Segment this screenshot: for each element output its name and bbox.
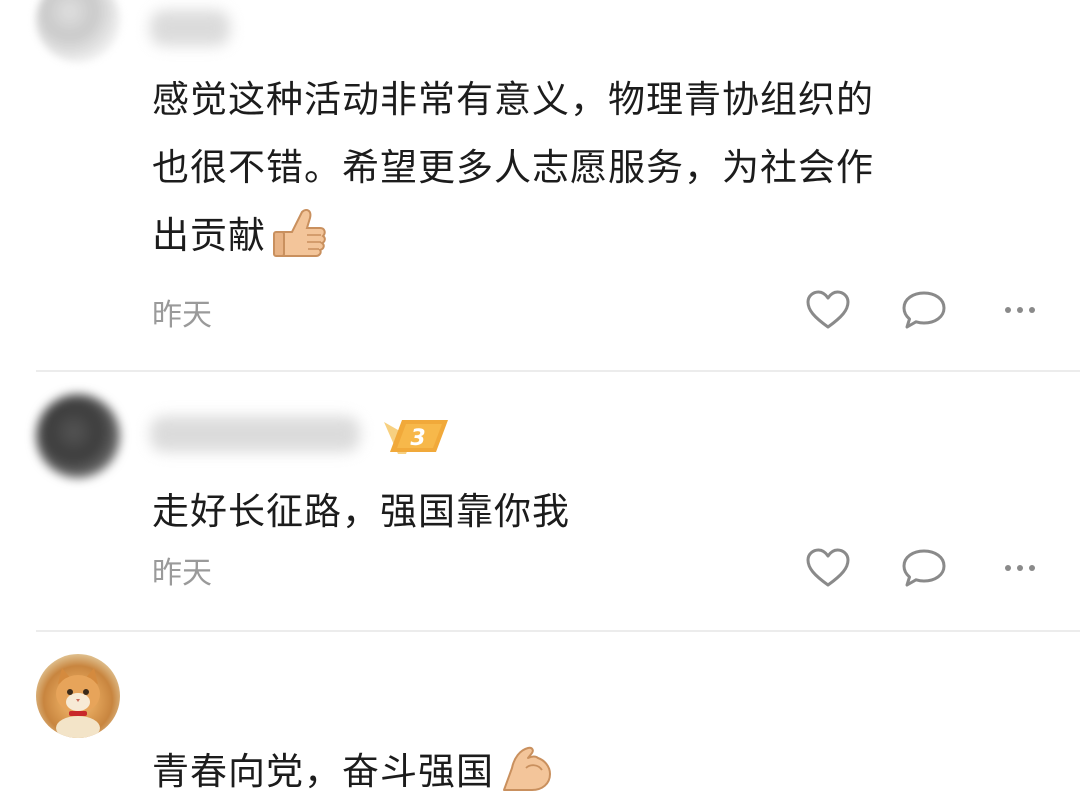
comment-text: 青春向党，奋斗强国 <box>152 738 1022 806</box>
avatar[interactable] <box>36 0 120 62</box>
username[interactable] <box>150 416 360 452</box>
more-options-icon[interactable] <box>996 288 1044 332</box>
comment-text-segment: 出贡献 <box>152 214 266 257</box>
username[interactable] <box>150 10 230 46</box>
comment-time: 昨天 <box>152 556 212 591</box>
more-options-icon[interactable] <box>996 546 1044 590</box>
avatar[interactable] <box>36 654 120 738</box>
like-heart-icon[interactable] <box>804 546 852 590</box>
reply-comment-icon[interactable] <box>900 288 948 332</box>
avatar[interactable] <box>36 394 120 478</box>
reply-comment-icon[interactable] <box>900 546 948 590</box>
flexed-biceps-emoji-icon <box>503 746 551 791</box>
comment-text: 走好长征路，强国靠你我 <box>152 490 570 533</box>
divider <box>36 370 1080 372</box>
thumbs-up-emoji-icon <box>273 209 326 257</box>
comment-text-line: 感觉这种活动非常有意义，物理青协组织的 <box>152 78 874 121</box>
level-badge-icon: 3 <box>384 420 448 454</box>
cat-avatar-image <box>56 668 100 738</box>
divider <box>36 630 1080 632</box>
like-heart-icon[interactable] <box>804 288 852 332</box>
comment-time: 昨天 <box>152 298 212 333</box>
comment-list: 感觉这种活动非常有意义，物理青协组织的 也很不错。希望更多人志愿服务，为社会作 … <box>0 0 1080 810</box>
comment-text-line: 出贡献 <box>152 202 1022 270</box>
comment-text-segment: 青春向党，奋斗强国 <box>152 750 494 793</box>
comment-text: 感觉这种活动非常有意义，物理青协组织的 也很不错。希望更多人志愿服务，为社会作 … <box>152 66 1022 270</box>
comment-text-line: 也很不错。希望更多人志愿服务，为社会作 <box>152 146 874 189</box>
level-badge-number: 3 <box>410 426 425 451</box>
